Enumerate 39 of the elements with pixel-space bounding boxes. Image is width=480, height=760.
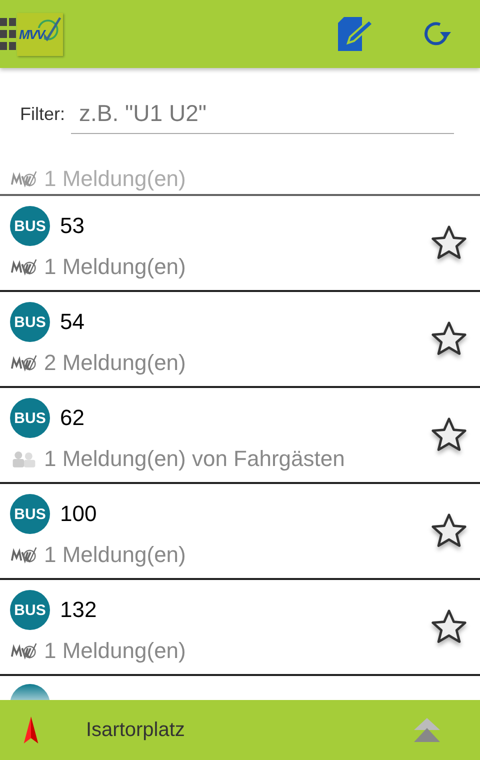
mvv-logo-icon [10, 353, 38, 373]
message-count: 2 Meldung(en) [44, 350, 186, 376]
line-row[interactable]: BUS 53 1 Meldung(en) [0, 196, 480, 292]
bus-badge: BUS [10, 206, 50, 246]
bus-badge: BUS [10, 494, 50, 534]
people-icon [10, 449, 38, 469]
favorite-star-icon[interactable] [430, 320, 468, 358]
mvv-logo-icon [10, 545, 38, 565]
line-row[interactable]: BUS 132 1 Meldung(en) [0, 580, 480, 676]
filter-label: Filter: [20, 104, 65, 124]
message-count: 1 Meldung(en) [44, 254, 186, 280]
mvv-logo-icon [10, 169, 38, 189]
line-number: 100 [60, 501, 97, 527]
message-count: 1 Meldung(en) von Fahrgästen [44, 446, 345, 472]
app-logo[interactable]: MVV [17, 12, 63, 56]
favorite-star-icon[interactable] [430, 224, 468, 262]
line-row[interactable]: BUS 62 1 Meldung(en) von Fahrgästen [0, 388, 480, 484]
line-row[interactable]: BUS 54 2 Meldung(en) [0, 292, 480, 388]
filter-field[interactable]: z.B. "U1 U2" [71, 94, 454, 134]
edit-note-icon[interactable] [336, 17, 374, 51]
bus-badge: BUS [10, 398, 50, 438]
mvv-logo-icon [10, 641, 38, 661]
bus-badge: BUS [10, 590, 50, 630]
line-number: 62 [60, 405, 84, 431]
compass-arrow-icon[interactable] [22, 716, 40, 744]
line-number: 53 [60, 213, 84, 239]
message-count: 1 Meldung(en) [44, 638, 186, 664]
favorite-star-icon[interactable] [430, 512, 468, 550]
mvv-logo-icon [10, 257, 38, 277]
message-count: 1 Meldung(en) [44, 166, 186, 192]
line-row[interactable]: BUS 100 1 Meldung(en) [0, 484, 480, 580]
favorite-star-icon[interactable] [430, 608, 468, 646]
grid-menu-icon[interactable] [0, 16, 16, 52]
line-number: 54 [60, 309, 84, 335]
message-count: 1 Meldung(en) [44, 542, 186, 568]
bus-badge: BUS [10, 302, 50, 342]
favorite-star-icon[interactable] [430, 416, 468, 454]
line-number: 132 [60, 597, 97, 623]
station-name[interactable]: Isartorplatz [86, 718, 185, 742]
